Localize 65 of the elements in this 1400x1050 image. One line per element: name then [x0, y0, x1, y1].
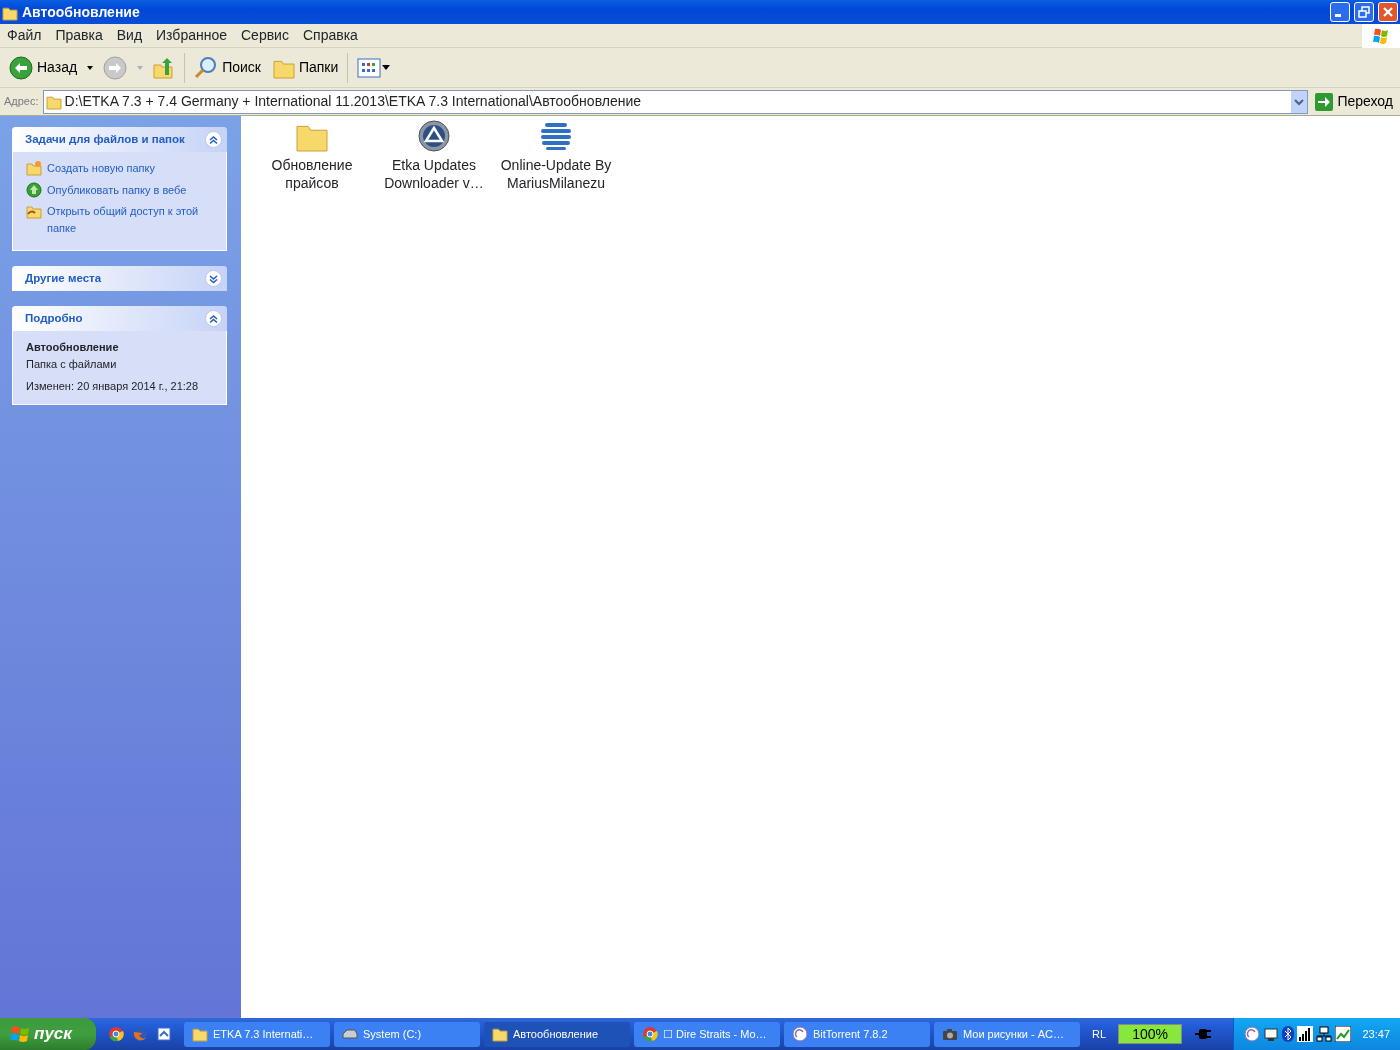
- expand-chevron-icon[interactable]: [205, 270, 222, 287]
- search-button[interactable]: Поиск: [191, 53, 264, 82]
- dropdown-arrow-icon: [86, 63, 95, 72]
- minimize-button[interactable]: [1330, 2, 1350, 22]
- dropdown-arrow-icon: [136, 63, 145, 72]
- taskbar-button[interactable]: ETKA 7.3 Internati…: [184, 1021, 330, 1047]
- browser-icon[interactable]: [108, 1026, 124, 1042]
- taskbar-button[interactable]: Мои рисунки - AC…: [934, 1021, 1080, 1047]
- task-link[interactable]: Опубликовать папку в вебе: [47, 181, 187, 198]
- taskbar-button[interactable]: Автообновление: [484, 1021, 630, 1047]
- menu-item[interactable]: Справка: [295, 25, 365, 46]
- restore-icon: [1358, 6, 1370, 18]
- menu-item[interactable]: Файл: [0, 25, 49, 46]
- detail-modified: Изменен: 20 января 2014 г., 21:28: [26, 379, 200, 394]
- network-icon: [1263, 1026, 1280, 1042]
- language-indicator[interactable]: RL: [1084, 1025, 1115, 1043]
- detail-name: Автообновление: [26, 340, 120, 355]
- go-button[interactable]: Переход: [1312, 89, 1396, 114]
- file-label[interactable]: Etka Updates Downloader v…: [375, 156, 493, 192]
- swirl-icon: [792, 1026, 808, 1042]
- power-plug-icon: [1194, 1027, 1213, 1041]
- new-folder-icon: [26, 160, 42, 176]
- folders-button[interactable]: Папки: [269, 54, 342, 81]
- minimize-icon: [1335, 14, 1341, 17]
- taskbar-button[interactable]: ☐ Dire Straits - Mo…: [634, 1021, 780, 1047]
- folder-icon: [492, 1026, 508, 1042]
- file-label[interactable]: Online-Update By MariusMilanezu: [497, 156, 615, 192]
- windows-logo-icon: [1372, 26, 1390, 45]
- menu-item[interactable]: Вид: [109, 25, 150, 46]
- collapse-chevron-icon[interactable]: [205, 131, 222, 148]
- round-logo-icon: [418, 120, 450, 152]
- signal-bars-icon: [1297, 1026, 1314, 1042]
- folder-icon: [192, 1026, 208, 1042]
- task-link[interactable]: Создать новую папку: [47, 160, 155, 177]
- magnifier-icon: [194, 55, 219, 80]
- detail-type: Папка с файлами: [26, 356, 118, 372]
- battery-reading: 100%: [1131, 1025, 1169, 1043]
- clock: 23:47: [1362, 1026, 1390, 1042]
- address-field[interactable]: D:\ETKA 7.3 + 7.4 Germany + International 11.2013\ETKA 7.3 International\Автообновление: [42, 89, 1309, 114]
- bluetooth-icon: [1282, 1026, 1295, 1042]
- swirl-icon: [1244, 1026, 1261, 1042]
- collapse-chevron-icon[interactable]: [205, 310, 222, 327]
- address-label: Адрес:: [4, 94, 39, 110]
- restore-button[interactable]: [1354, 2, 1374, 22]
- menu-item[interactable]: Правка: [48, 25, 110, 46]
- close-icon: [1382, 6, 1394, 18]
- taskbar-button[interactable]: BitTorrent 7.8.2: [784, 1021, 930, 1047]
- striped-globe-icon: [540, 120, 572, 152]
- chart-window-icon: [1335, 1026, 1352, 1042]
- menu-item[interactable]: Избранное: [149, 25, 234, 46]
- taskbar-button[interactable]: System (C:): [334, 1021, 480, 1047]
- file-label[interactable]: Обновление прайсов: [253, 156, 371, 192]
- task-link[interactable]: Открыть общий доступ к этой папке: [47, 203, 216, 236]
- back-button[interactable]: Назад: [6, 53, 81, 82]
- menu-item[interactable]: Сервис: [234, 25, 296, 46]
- window-title: Автообновление: [22, 2, 140, 22]
- browser-icon: [642, 1026, 658, 1042]
- windows-logo-icon: [10, 1024, 30, 1044]
- drive-icon: [342, 1026, 358, 1042]
- desktop-sheet-icon[interactable]: [156, 1026, 172, 1042]
- fox-browser-icon[interactable]: [132, 1026, 148, 1042]
- camera-icon: [942, 1026, 958, 1042]
- close-button[interactable]: [1378, 2, 1398, 22]
- computers-icon: [1316, 1026, 1333, 1042]
- shared-folder-icon: [26, 203, 42, 219]
